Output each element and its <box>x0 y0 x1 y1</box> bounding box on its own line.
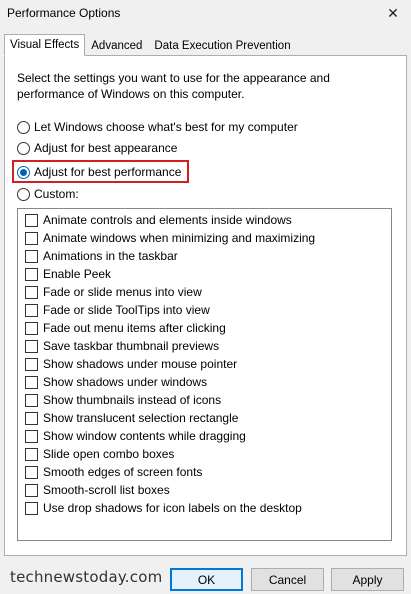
checkbox[interactable] <box>25 393 38 407</box>
list-item-label: Show window contents while dragging <box>43 429 246 443</box>
list-item-label: Show shadows under mouse pointer <box>43 357 238 371</box>
checkbox[interactable] <box>25 213 38 227</box>
list-item-label: Fade out menu items after clicking <box>43 321 226 335</box>
list-item[interactable]: Show window contents while dragging <box>25 428 246 444</box>
list-item-label: Animations in the taskbar <box>43 249 178 263</box>
list-item[interactable]: Fade or slide menus into view <box>25 284 202 300</box>
visual-effects-list[interactable]: Animate controls and elements inside win… <box>17 208 392 541</box>
list-item[interactable]: Show shadows under windows <box>25 374 207 390</box>
list-item-label: Save taskbar thumbnail previews <box>43 339 220 353</box>
list-item[interactable]: Animate windows when minimizing and maxi… <box>25 230 315 246</box>
checkbox[interactable] <box>25 411 38 425</box>
radio-button[interactable] <box>17 120 30 134</box>
list-item[interactable]: Slide open combo boxes <box>25 446 174 462</box>
visual-effects-panel: Select the settings you want to use for … <box>4 55 407 556</box>
option-label: Let Windows choose what's best for my co… <box>34 120 298 134</box>
checkbox[interactable] <box>25 231 38 245</box>
list-item-label: Fade or slide ToolTips into view <box>43 303 210 317</box>
list-item-label: Slide open combo boxes <box>43 447 175 461</box>
list-item[interactable]: Show shadows under mouse pointer <box>25 356 237 372</box>
list-item-label: Show translucent selection rectangle <box>43 411 239 425</box>
ok-button[interactable]: OK <box>170 568 243 591</box>
list-item[interactable]: Smooth-scroll list boxes <box>25 482 170 498</box>
radio-button[interactable] <box>17 141 30 155</box>
tab-strip: Visual Effects Advanced Data Execution P… <box>4 34 297 56</box>
option-best-performance[interactable]: Adjust for best performance <box>17 164 181 180</box>
list-item-label: Show shadows under windows <box>43 375 208 389</box>
list-item-label: Animate windows when minimizing and maxi… <box>43 231 316 245</box>
list-item[interactable]: Show translucent selection rectangle <box>25 410 238 426</box>
option-label: Adjust for best performance <box>34 165 182 179</box>
option-custom[interactable]: Custom: <box>17 186 79 202</box>
settings-description: Select the settings you want to use for … <box>17 71 330 101</box>
checkbox[interactable] <box>25 339 38 353</box>
list-item[interactable]: Show thumbnails instead of icons <box>25 392 221 408</box>
list-item-label: Enable Peek <box>43 267 112 281</box>
list-item[interactable]: Fade out menu items after clicking <box>25 320 226 336</box>
checkbox[interactable] <box>25 267 38 281</box>
list-item-label: Animate controls and elements inside win… <box>43 213 292 227</box>
list-item[interactable]: Fade or slide ToolTips into view <box>25 302 210 318</box>
checkbox[interactable] <box>25 375 38 389</box>
list-item[interactable]: Smooth edges of screen fonts <box>25 464 202 480</box>
list-item-label: Show thumbnails instead of icons <box>43 393 222 407</box>
list-item[interactable]: Save taskbar thumbnail previews <box>25 338 219 354</box>
list-item[interactable]: Use drop shadows for icon labels on the … <box>25 500 302 516</box>
tab-visual-effects[interactable]: Visual Effects <box>4 34 86 56</box>
option-label: Custom: <box>34 187 79 201</box>
apply-button[interactable]: Apply <box>331 568 404 591</box>
checkbox[interactable] <box>25 465 38 479</box>
checkbox[interactable] <box>25 501 38 515</box>
radio-button-selected[interactable] <box>17 165 30 179</box>
checkbox[interactable] <box>25 285 38 299</box>
option-label: Adjust for best appearance <box>34 141 178 155</box>
list-item[interactable]: Enable Peek <box>25 266 111 282</box>
title-bar: Performance Options ✕ <box>0 0 411 28</box>
checkbox[interactable] <box>25 447 38 461</box>
cancel-button[interactable]: Cancel <box>251 568 324 591</box>
list-item[interactable]: Animate controls and elements inside win… <box>25 212 292 228</box>
list-item-label: Smooth-scroll list boxes <box>43 483 170 497</box>
checkbox[interactable] <box>25 357 38 371</box>
list-item-label: Fade or slide menus into view <box>43 285 202 299</box>
list-item-label: Smooth edges of screen fonts <box>43 465 203 479</box>
watermark: technewstoday.com <box>10 568 163 586</box>
checkbox[interactable] <box>25 249 38 263</box>
tab-advanced[interactable]: Advanced <box>85 36 148 56</box>
close-icon[interactable]: ✕ <box>375 0 411 26</box>
radio-button[interactable] <box>17 187 30 201</box>
checkbox[interactable] <box>25 429 38 443</box>
window-title: Performance Options <box>7 6 121 20</box>
option-best-appearance[interactable]: Adjust for best appearance <box>17 140 177 156</box>
checkbox[interactable] <box>25 483 38 497</box>
list-item-label: Use drop shadows for icon labels on the … <box>43 501 302 515</box>
checkbox[interactable] <box>25 321 38 335</box>
tab-data-execution-prevention[interactable]: Data Execution Prevention <box>148 36 296 56</box>
list-item[interactable]: Animations in the taskbar <box>25 248 178 264</box>
checkbox[interactable] <box>25 303 38 317</box>
option-let-windows-choose[interactable]: Let Windows choose what's best for my co… <box>17 119 298 135</box>
